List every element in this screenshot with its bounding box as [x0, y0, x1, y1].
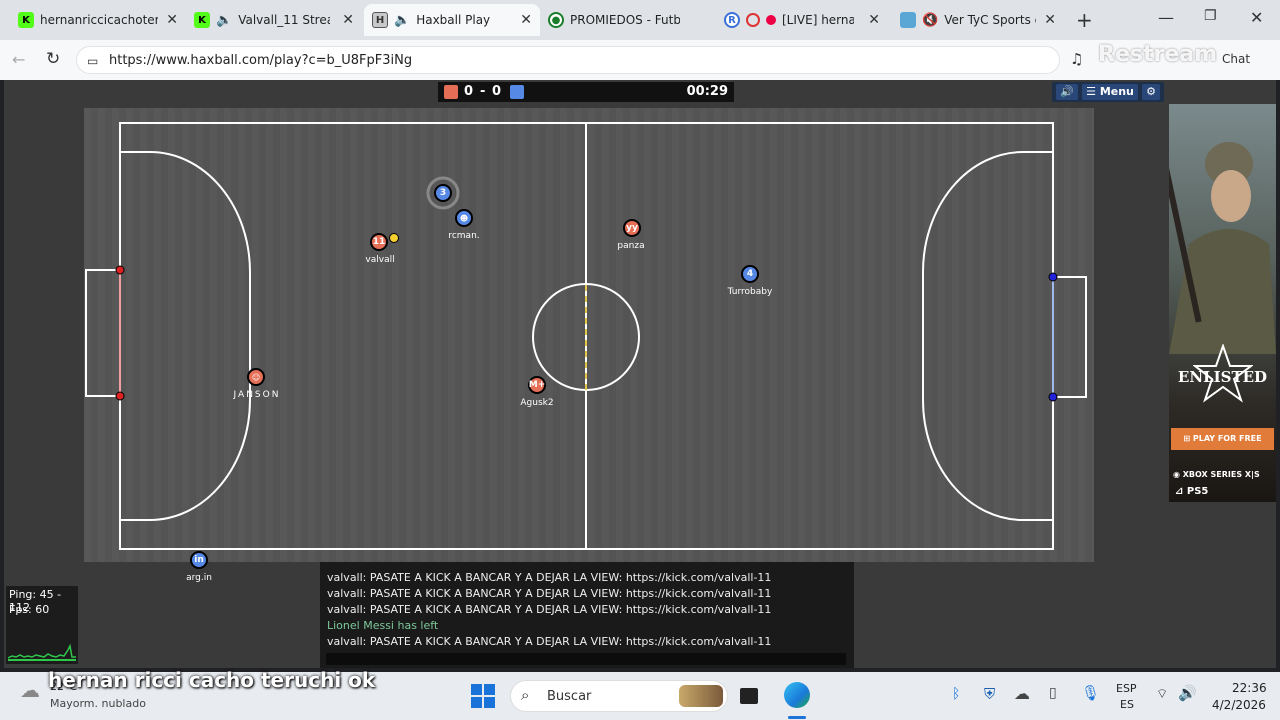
match-timer: 00:29 — [686, 84, 728, 99]
pitch-surface — [84, 108, 1094, 562]
left-goalpost — [115, 265, 125, 275]
windows-start-icon[interactable] — [471, 684, 495, 708]
blue-team-square — [510, 85, 524, 99]
player-name: Agusk2 — [520, 398, 554, 408]
ad-platform-xbox: ◉ XBOX SERIES X|S — [1173, 470, 1260, 479]
player-disc: 11 — [370, 233, 388, 251]
chat-message: valvall: PASATE A KICK A BANCAR Y A DEJA… — [327, 571, 772, 584]
clock-time[interactable]: 22:36 — [1232, 681, 1267, 695]
game-menu-bar: 🔊 ☰ Menu ⚙ — [1052, 82, 1164, 102]
player-disc: ☻ — [455, 209, 473, 227]
player-name: panza — [617, 241, 645, 251]
fps-graph — [8, 643, 76, 661]
player-name: Turrobaby — [727, 287, 773, 297]
right-goalpost — [1048, 392, 1058, 402]
wifi-icon[interactable]: ⌔ — [1156, 686, 1168, 702]
settings-gear-icon[interactable]: ⚙ — [1142, 84, 1160, 100]
chat-input[interactable] — [326, 653, 846, 665]
red-team-square — [444, 85, 458, 99]
player-name: JANSON — [233, 390, 281, 400]
chat-message: valvall: PASATE A KICK A BANCAR Y A DEJA… — [327, 603, 772, 616]
bluetooth-icon[interactable]: ᛒ — [952, 686, 960, 702]
chat-notice: Lionel Messi has left — [327, 619, 439, 632]
menu-button[interactable]: ☰ Menu — [1082, 84, 1138, 100]
input-language[interactable]: ESP — [1116, 682, 1137, 695]
ad-platform-ps: ⊿ PS5 — [1175, 486, 1209, 497]
search-highlight-image — [679, 685, 723, 707]
player-disc: yy — [623, 219, 641, 237]
fps-readout: Fps: 60 — [9, 603, 50, 616]
edge-browser-icon[interactable] — [784, 682, 810, 708]
usb-drive-icon[interactable]: ▯ — [1049, 685, 1057, 701]
task-view-icon[interactable] — [740, 688, 758, 704]
menu-label: Menu — [1099, 85, 1134, 98]
weather-desc: Mayorm. nublado — [50, 697, 146, 710]
sound-icon[interactable]: 🔊 — [1056, 84, 1078, 100]
player-disc: ☺ — [247, 368, 265, 386]
right-goalpost — [1048, 272, 1058, 282]
advertisement-banner[interactable]: ENLISTED ⊞ PLAY FOR FREE ◉ XBOX SERIES X… — [1169, 104, 1276, 502]
player-disc: M+ — [528, 376, 546, 394]
chat-message: valvall: PASATE A KICK A BANCAR Y A DEJA… — [327, 587, 772, 600]
taskbar-search[interactable]: ⌕ Buscar — [510, 680, 728, 712]
onedrive-cloud-icon[interactable]: ☁ — [1014, 684, 1030, 703]
ball — [389, 233, 399, 243]
microphone-icon[interactable]: 🎙 — [1081, 684, 1100, 702]
avatar-glyph: ☻ — [459, 213, 469, 223]
search-icon: ⌕ — [521, 686, 530, 704]
input-layout[interactable]: ES — [1120, 698, 1134, 711]
defender-shield-icon[interactable]: ⛨ — [984, 685, 995, 703]
game-chat: valvall: PASATE A KICK A BANCAR Y A DEJA… — [320, 562, 854, 668]
stream-overlay-text: hernan ricci cacho teruchi ok — [48, 668, 376, 692]
weather-cloud-icon: ☁ — [20, 678, 40, 702]
active-app-indicator — [788, 716, 806, 719]
player-disc: 3 — [434, 184, 452, 202]
player-name: arg.in — [186, 573, 212, 583]
score-blue: 0 — [492, 84, 502, 99]
player-name: rcman. — [448, 231, 480, 241]
scoreboard: 0 - 0 00:29 — [438, 82, 734, 102]
score-red: 0 — [464, 84, 474, 99]
volume-icon[interactable]: 🔊 — [1178, 684, 1197, 702]
chat-message: valvall: PASATE A KICK A BANCAR Y A DEJA… — [327, 635, 772, 648]
player-disc: in — [190, 551, 208, 569]
ad-cta-button[interactable]: ⊞ PLAY FOR FREE — [1171, 428, 1274, 450]
ad-brand: ENLISTED — [1177, 368, 1268, 386]
left-goalpost — [115, 391, 125, 401]
avatar-glyph: ☺ — [251, 372, 261, 382]
player-disc: 4 — [741, 265, 759, 283]
score-separator: - — [480, 84, 486, 99]
clock-date[interactable]: 4/2/2026 — [1212, 698, 1266, 712]
player-name: valvall — [365, 255, 395, 265]
search-placeholder: Buscar — [547, 689, 592, 704]
net-stats: Ping: 45 - 112 Fps: 60 — [6, 586, 78, 664]
